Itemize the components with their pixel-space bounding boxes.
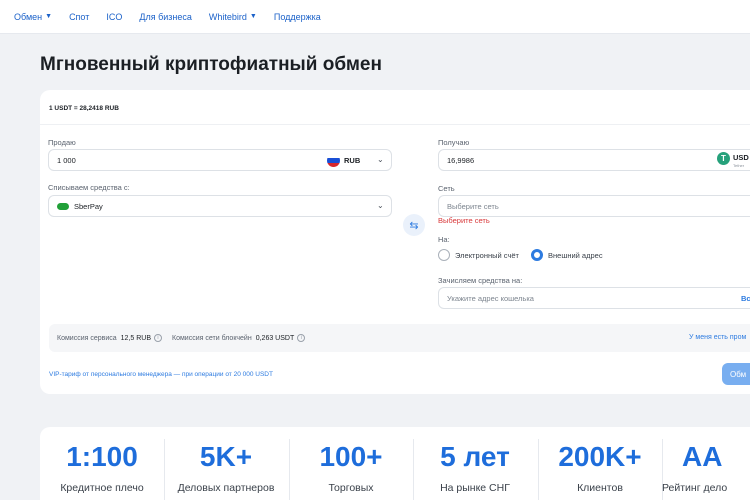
nav-item-label: Обмен [14, 11, 43, 22]
radio-circle [531, 249, 543, 261]
stat-item: 5K+ Деловых партнеров [164, 441, 288, 494]
receive-currency-sub: Tether [733, 163, 745, 168]
debit-label: Списываем средства с: [48, 183, 130, 192]
network-label: Сеть [438, 184, 455, 193]
nav-item-label: Спот [69, 11, 90, 22]
nav-item-ico[interactable]: ICO [106, 12, 122, 22]
stat-label: Кредитное плечо [60, 482, 144, 494]
receive-label: Получаю [438, 138, 470, 147]
nav-item-spot[interactable]: Спот [69, 12, 89, 22]
radio-electronic-account[interactable]: Электронный счёт [438, 249, 519, 261]
russia-flag-icon [327, 154, 340, 167]
nav-item-label: Для бизнеса [139, 11, 192, 22]
chevron-down-icon: ⌄ [377, 201, 384, 210]
nav-item-exchange[interactable]: Обмен ▼ [14, 12, 52, 22]
chevron-down-icon: ▼ [45, 13, 53, 20]
nav-item-label: Поддержка [273, 11, 321, 22]
tether-icon: T [717, 152, 730, 165]
info-icon[interactable]: i [297, 334, 306, 342]
radio-external-address[interactable]: Внешний адрес [531, 249, 603, 261]
radio-label: Внешний адрес [548, 250, 603, 260]
nav-item-support[interactable]: Поддержка [274, 12, 321, 22]
service-fee-label: Комиссия сервиса [57, 334, 117, 342]
receive-currency: USD [733, 153, 749, 162]
radio-circle [438, 249, 450, 261]
stat-value: 5 лет [440, 441, 510, 472]
divider [40, 124, 750, 125]
destination-label: На: [438, 235, 450, 244]
stat-label: Клиентов [577, 482, 623, 494]
nav-item-whitebird[interactable]: Whitebird ▼ [209, 12, 257, 22]
debit-method-value: SberPay [74, 201, 103, 211]
sell-currency: RUB [344, 156, 361, 165]
stat-value: 200K+ [558, 441, 642, 472]
swap-icon[interactable]: ⇆ [403, 214, 425, 236]
wallet-address-placeholder: Укажите адрес кошелька [447, 293, 534, 303]
sberpay-icon [57, 202, 69, 210]
credit-label: Зачисляем средства на: [438, 276, 523, 285]
stat-value: 100+ [319, 441, 383, 472]
exchange-rate: 1 USDT = 28,2418 RUB [49, 105, 119, 112]
nav-item-label: ICO [106, 11, 123, 22]
nav-item-label: Whitebird [208, 11, 247, 22]
nav-item-business[interactable]: Для бизнеса [139, 12, 192, 22]
stat-label: На рынке СНГ [440, 482, 510, 494]
stat-label: Рейтинг дело [662, 482, 728, 494]
receive-amount-value: 16,9986 [447, 155, 475, 165]
network-error: Выберите сеть [438, 216, 490, 225]
stat-item: 200K+ Клиентов [538, 441, 662, 494]
stat-label: Торговых [328, 482, 374, 494]
network-placeholder: Выберите сеть [447, 201, 499, 211]
network-fee-value: 0,263 USDT [255, 334, 295, 342]
stat-value: 1:100 [66, 441, 138, 472]
service-fee-value: 12,5 RUB [120, 334, 152, 342]
stats-panel: 1:100 Кредитное плечо 5K+ Деловых партне… [40, 427, 750, 500]
stat-value: 5K+ [199, 441, 253, 472]
stat-item: 100+ Торговых [289, 441, 413, 494]
wallet-address-action[interactable]: Вс [741, 294, 750, 303]
vip-tariff-link[interactable]: VIP-тариф от персонального менеджера — п… [49, 371, 273, 378]
wallet-address-input[interactable]: Укажите адрес кошелька Вс [438, 287, 750, 309]
network-select[interactable]: Выберите сеть [438, 195, 750, 217]
stat-item: 1:100 Кредитное плечо [40, 441, 164, 494]
sell-amount-field[interactable]: 1 000 RUB ⌄ [48, 149, 392, 171]
promo-code-link[interactable]: У меня есть пром [689, 334, 746, 341]
receive-amount-field[interactable]: 16,9986 [438, 149, 750, 171]
exchange-button[interactable]: Обм [722, 363, 750, 385]
top-nav: Обмен ▼ Спот ICO Для бизнеса Whitebird ▼… [0, 0, 750, 34]
network-fee-label: Комиссия сети блокчейн [172, 334, 252, 342]
chevron-down-icon[interactable]: ⌄ [377, 155, 384, 164]
page-title: Мгновенный криптофиатный обмен [40, 54, 382, 75]
stat-item: 5 лет На рынке СНГ [413, 441, 537, 494]
chevron-down-icon: ▼ [249, 13, 257, 20]
info-icon[interactable]: i [154, 334, 163, 342]
radio-label: Электронный счёт [455, 250, 519, 260]
exchange-card: 1 USDT = 28,2418 RUB Продаю 1 000 RUB ⌄ … [40, 90, 750, 394]
sell-label: Продаю [48, 138, 76, 147]
debit-method-select[interactable]: SberPay ⌄ [48, 195, 392, 217]
stat-label: Деловых партнеров [177, 482, 275, 494]
sell-amount-value: 1 000 [57, 155, 76, 165]
fees-row: Комиссия сервиса 12,5 RUB i Комиссия сет… [49, 324, 750, 352]
stat-item: AA Рейтинг дело [662, 441, 750, 494]
stat-value: AA [682, 441, 723, 472]
